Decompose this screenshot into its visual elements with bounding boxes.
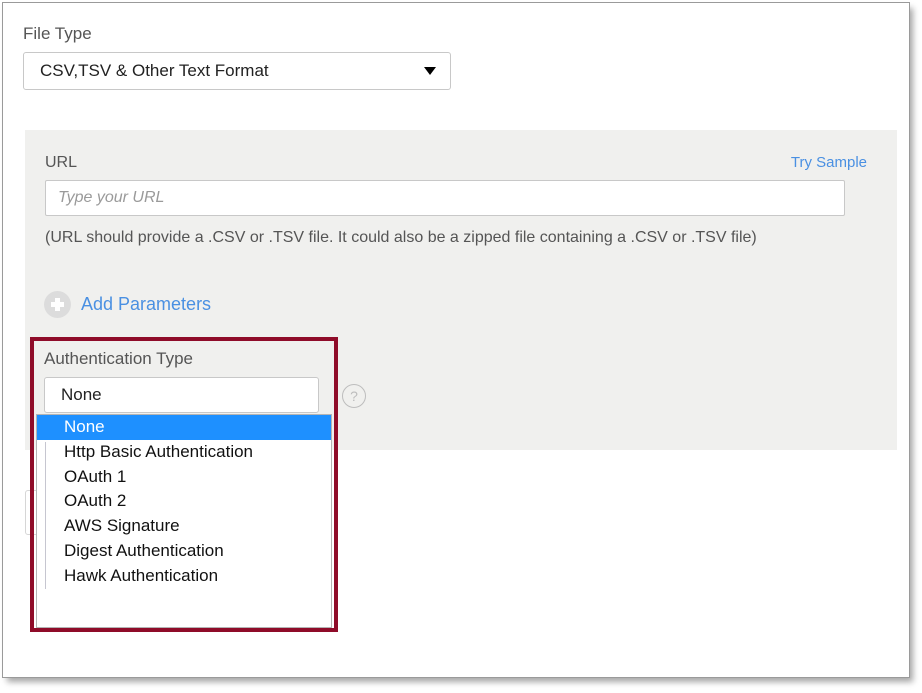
option-none[interactable]: None	[37, 415, 331, 440]
chevron-down-icon	[424, 67, 436, 75]
add-parameters-button[interactable]: Add Parameters	[44, 291, 211, 318]
file-type-select[interactable]: CSV,TSV & Other Text Format	[23, 52, 451, 90]
option-oauth-2[interactable]: OAuth 2	[46, 489, 331, 514]
authentication-type-label: Authentication Type	[44, 349, 194, 368]
option-oauth-1[interactable]: OAuth 1	[46, 465, 331, 490]
question-mark-icon[interactable]: ?	[342, 384, 366, 408]
url-label: URL	[45, 154, 78, 171]
add-parameters-label: Add Parameters	[81, 294, 212, 314]
option-hawk-authentication[interactable]: Hawk Authentication	[46, 564, 331, 589]
url-hint-text: (URL should provide a .CSV or .TSV file.…	[45, 229, 757, 246]
file-type-selected-value: CSV,TSV & Other Text Format	[40, 61, 269, 80]
option-aws-signature[interactable]: AWS Signature	[46, 514, 331, 539]
screenshot-root: File Type CSV,TSV & Other Text Format UR…	[0, 0, 922, 693]
file-type-label: File Type	[23, 24, 92, 43]
try-sample-link[interactable]: Try Sample	[791, 154, 867, 171]
url-input[interactable]	[45, 180, 845, 216]
plus-circle-icon	[44, 291, 71, 318]
authentication-type-group: Authentication Type None	[44, 348, 323, 413]
authentication-type-selected-value: None	[61, 385, 102, 404]
url-header-row: URL Try Sample	[45, 154, 867, 172]
file-type-group: File Type CSV,TSV & Other Text Format	[23, 23, 451, 90]
authentication-type-select[interactable]: None	[44, 377, 319, 413]
option-http-basic-authentication[interactable]: Http Basic Authentication	[46, 440, 331, 465]
authentication-type-options-list[interactable]: None Http Basic Authentication OAuth 1 O…	[36, 414, 332, 628]
options-inner: None Http Basic Authentication OAuth 1 O…	[37, 415, 331, 589]
window-card: File Type CSV,TSV & Other Text Format UR…	[2, 2, 910, 678]
option-digest-authentication[interactable]: Digest Authentication	[46, 539, 331, 564]
